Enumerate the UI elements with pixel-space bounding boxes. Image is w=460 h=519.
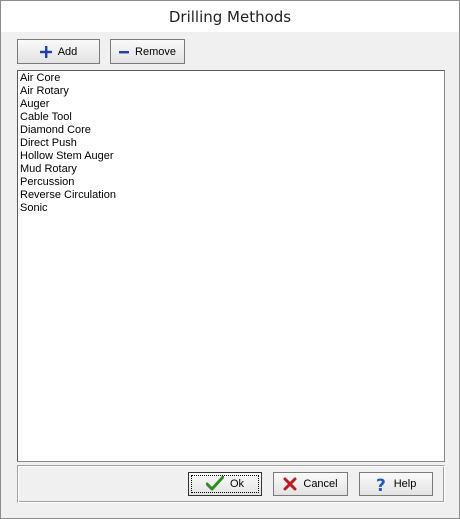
list-item[interactable]: Air Rotary bbox=[20, 85, 444, 98]
list-item[interactable]: Auger bbox=[20, 98, 444, 111]
list-item[interactable]: Sonic bbox=[20, 202, 444, 215]
cancel-button[interactable]: Cancel bbox=[273, 472, 348, 496]
list-item[interactable]: Air Core bbox=[20, 72, 444, 85]
remove-button[interactable]: Remove bbox=[110, 39, 185, 64]
plus-icon bbox=[39, 45, 52, 58]
list-item[interactable]: Reverse Circulation bbox=[20, 189, 444, 202]
window-title: Drilling Methods bbox=[168, 8, 292, 26]
add-button[interactable]: Add bbox=[17, 39, 100, 64]
list-item[interactable]: Hollow Stem Auger bbox=[20, 150, 444, 163]
drilling-methods-list[interactable]: Air Core Air Rotary Auger Cable Tool Diamond… bbox=[17, 70, 445, 462]
minus-icon bbox=[119, 47, 130, 57]
dialog-content: Add Remove Air Core Air Rotary Auger Cable … bbox=[8, 32, 451, 509]
list-item[interactable]: Diamond Core bbox=[20, 124, 444, 137]
title-bar[interactable]: Drilling Methods bbox=[1, 1, 459, 32]
ok-button-label: Ok bbox=[229, 478, 245, 490]
list-item[interactable]: Direct Push bbox=[20, 137, 444, 150]
list-item[interactable]: Cable Tool bbox=[20, 111, 444, 124]
list-item[interactable]: Percussion bbox=[20, 176, 444, 189]
list-item[interactable]: Mud Rotary bbox=[20, 163, 444, 176]
add-button-label: Add bbox=[57, 45, 78, 58]
cancel-button-label: Cancel bbox=[303, 478, 338, 490]
help-button[interactable]: ? Help bbox=[359, 472, 433, 496]
drilling-methods-dialog: Drilling Methods Add Remove Air Core Air … bbox=[0, 0, 460, 519]
svg-text:?: ? bbox=[376, 476, 386, 493]
question-icon: ? bbox=[376, 476, 388, 493]
checkmark-icon bbox=[205, 476, 224, 492]
help-button-label: Help bbox=[393, 478, 417, 490]
x-icon bbox=[283, 477, 297, 491]
ok-button[interactable]: Ok bbox=[188, 472, 262, 496]
remove-button-label: Remove bbox=[135, 45, 176, 58]
